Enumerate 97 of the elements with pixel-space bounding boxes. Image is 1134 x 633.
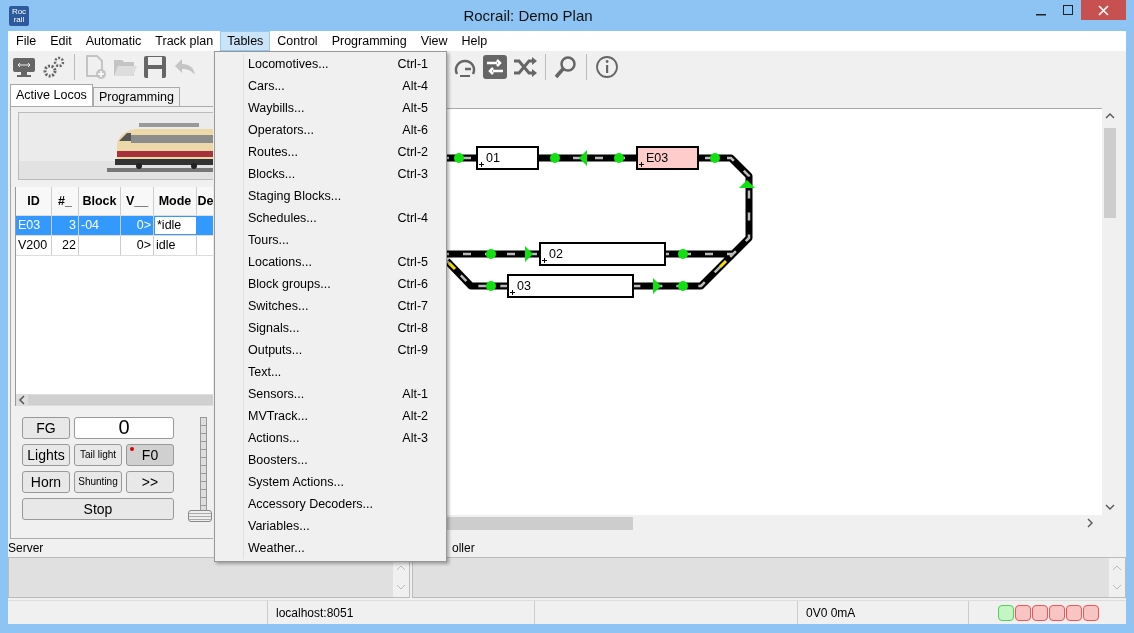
- column-header[interactable]: Block: [79, 186, 121, 215]
- plus-icon: [510, 289, 515, 295]
- menu-item[interactable]: Actions... Alt-3: [215, 427, 446, 449]
- menu-item[interactable]: Blocks... Ctrl-3: [215, 163, 446, 185]
- table-cell: *idle: [157, 218, 182, 233]
- menu-item[interactable]: Text...: [215, 361, 446, 383]
- menu-item[interactable]: Locomotives... Ctrl-1: [215, 53, 446, 75]
- menu-item[interactable]: Operators... Alt-6: [215, 119, 446, 141]
- menu-item[interactable]: Variables...: [215, 515, 446, 537]
- status-text: localhost:8051: [276, 605, 354, 620]
- sensor-icon[interactable]: [678, 280, 688, 291]
- function-button[interactable]: FG: [22, 416, 70, 439]
- table-cell: 22: [62, 238, 76, 253]
- menu-item[interactable]: Track plan: [148, 31, 221, 51]
- menu-item[interactable]: System Actions...: [215, 471, 446, 493]
- menu-item[interactable]: View: [413, 31, 455, 51]
- status-text: 0V0 0mA: [806, 605, 856, 620]
- table-cell: idle: [156, 238, 176, 253]
- scroll-right-icon[interactable]: [1086, 518, 1094, 529]
- info-icon[interactable]: [594, 54, 620, 81]
- menu-item[interactable]: Outputs... Ctrl-9: [215, 339, 446, 361]
- menu-item[interactable]: Block groups... Ctrl-6: [215, 273, 446, 295]
- menu-item[interactable]: File: [9, 31, 44, 51]
- table-cell: V200: [18, 238, 48, 253]
- menu-item[interactable]: Sensors... Alt-1: [215, 383, 446, 405]
- scroll-up-icon[interactable]: [1105, 111, 1115, 120]
- column-header[interactable]: V__: [121, 186, 154, 215]
- signal-icon[interactable]: [525, 245, 533, 262]
- menu-item[interactable]: MVTrack... Alt-2: [215, 405, 446, 427]
- menu-item[interactable]: Routes... Ctrl-2: [215, 141, 446, 163]
- speed-display: 0: [74, 416, 174, 439]
- tab[interactable]: Programming: [92, 86, 180, 106]
- table-cell: -04: [81, 218, 100, 233]
- table-row[interactable]: E03 3 -04 0> *idle: [16, 215, 213, 236]
- menu-item[interactable]: Help: [454, 31, 495, 51]
- signal-icon[interactable]: [653, 277, 661, 294]
- panel-label: Server: [8, 540, 44, 558]
- sensor-icon[interactable]: [486, 248, 496, 259]
- plus-icon: [639, 161, 644, 167]
- menu-item[interactable]: Schedules... Ctrl-4: [215, 207, 446, 229]
- close-icon: [1098, 4, 1109, 16]
- menu-item[interactable]: Staging Blocks...: [215, 185, 446, 207]
- sensor-icon[interactable]: [454, 152, 464, 163]
- sensor-icon[interactable]: [710, 152, 720, 163]
- search-icon[interactable]: [553, 54, 579, 81]
- table-cell: 3: [69, 218, 76, 233]
- sensor-icon[interactable]: [614, 152, 624, 163]
- table-cell: 0>: [136, 218, 151, 233]
- menu-item[interactable]: Automatic: [78, 31, 149, 51]
- plus-icon: [479, 161, 484, 167]
- function-button[interactable]: F0: [126, 443, 174, 466]
- menu-item[interactable]: Locations... Ctrl-5: [215, 251, 446, 273]
- block[interactable]: 03: [507, 273, 634, 298]
- maximize-icon: [1062, 5, 1073, 15]
- save-icon[interactable]: [142, 54, 168, 81]
- table-cell: 0>: [136, 238, 151, 253]
- function-button[interactable]: >>: [126, 470, 174, 493]
- scroll-down-icon[interactable]: [1105, 503, 1115, 512]
- block[interactable]: E03: [636, 145, 699, 170]
- function-button[interactable]: Lights: [22, 443, 70, 466]
- function-button[interactable]: Horn: [22, 470, 70, 493]
- sensor-icon[interactable]: [486, 280, 496, 291]
- function-button[interactable]: Tail light: [74, 443, 122, 466]
- plus-icon: [542, 257, 547, 263]
- scroll-left-icon[interactable]: [16, 393, 28, 406]
- menu-item[interactable]: Cars... Alt-4: [215, 75, 446, 97]
- menu-item[interactable]: Signals... Ctrl-8: [215, 317, 446, 339]
- panel-label: oller: [451, 540, 475, 558]
- sensor-icon[interactable]: [550, 152, 560, 163]
- menu-item[interactable]: Boosters...: [215, 449, 446, 471]
- menu-item[interactable]: Switches... Ctrl-7: [215, 295, 446, 317]
- menu-item[interactable]: Tours...: [215, 229, 446, 251]
- function-button[interactable]: Shunting: [74, 470, 122, 493]
- menu-item[interactable]: Tables: [220, 31, 271, 51]
- block[interactable]: 01: [476, 145, 539, 170]
- signal-icon[interactable]: [579, 149, 587, 166]
- arrows-icon[interactable]: [482, 54, 508, 81]
- menu-item[interactable]: Accessory Decoders...: [215, 493, 446, 515]
- minimize-icon: [1035, 14, 1046, 16]
- menu-item[interactable]: Weather...: [215, 537, 446, 559]
- speed-slider[interactable]: [188, 416, 212, 522]
- scrollbar-thumb[interactable]: [1104, 127, 1116, 218]
- column-header[interactable]: #_: [52, 186, 79, 215]
- table-cell: E03: [18, 218, 41, 233]
- signal-icon[interactable]: [739, 179, 755, 188]
- tab[interactable]: Active Locos: [10, 83, 93, 106]
- window-title: Rocrail: Demo Plan: [462, 7, 594, 24]
- menu-item[interactable]: Control: [270, 31, 325, 51]
- column-header[interactable]: Mode: [154, 186, 197, 215]
- menu-item[interactable]: Programming: [324, 31, 414, 51]
- column-header[interactable]: ID: [16, 186, 52, 215]
- block[interactable]: 02: [539, 241, 666, 266]
- app-icon: Roc rail: [9, 5, 29, 26]
- function-button[interactable]: Stop: [22, 497, 174, 520]
- sensor-icon[interactable]: [678, 248, 688, 259]
- menu-item[interactable]: Waybills... Alt-5: [215, 97, 446, 119]
- menu-item[interactable]: Edit: [43, 31, 79, 51]
